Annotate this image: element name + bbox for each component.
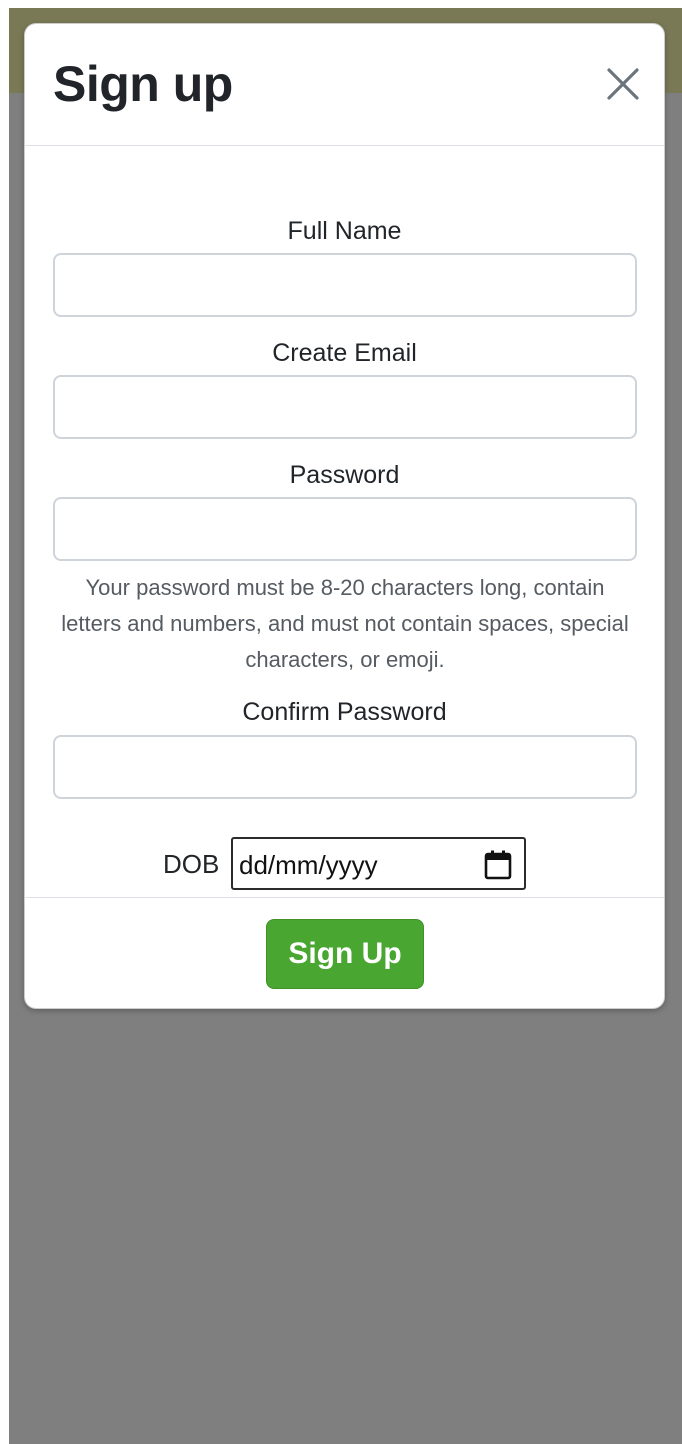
password-label: Password [289,461,400,489]
modal-body: Full Name Create Email Password Your pas… [25,146,664,897]
password-input[interactable] [53,497,637,561]
signup-modal: Sign up Full Name Create Email Password … [24,23,665,1009]
dob-date-value: dd/mm/yyyy [239,850,378,880]
calendar-icon[interactable] [484,850,512,885]
close-button[interactable] [603,64,643,104]
confirm-password-label: Confirm Password [242,698,447,726]
modal-header: Sign up [25,24,664,146]
full-name-label: Full Name [287,217,402,245]
modal-footer: Sign Up [25,897,664,1010]
modal-title: Sign up [53,56,233,112]
dob-label: DOB [163,849,220,879]
dob-date-input[interactable]: dd/mm/yyyy [231,837,526,890]
email-input[interactable] [53,375,637,439]
confirm-password-input[interactable] [53,735,637,799]
close-icon [603,64,643,104]
email-label: Create Email [272,339,417,367]
sign-up-button[interactable]: Sign Up [266,919,424,989]
password-help-text: Your password must be 8-20 characters lo… [61,575,629,672]
full-name-input[interactable] [53,253,637,317]
